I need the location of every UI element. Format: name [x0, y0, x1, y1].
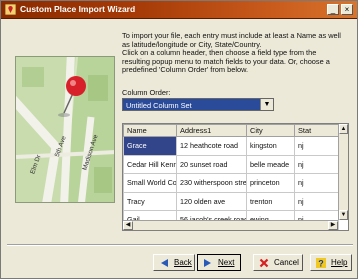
- table-cell[interactable]: nj: [294, 173, 339, 193]
- map-illustration: Elm Dr 5th Ave Madison Ave: [15, 56, 115, 203]
- cancel-button[interactable]: Cancel: [253, 254, 303, 271]
- table-cell[interactable]: Cedar Hill Kennel: [123, 154, 177, 174]
- table-cell[interactable]: Grace: [123, 136, 177, 156]
- scroll-up-icon[interactable]: ▲: [339, 124, 348, 134]
- minimize-button[interactable]: _: [327, 4, 339, 15]
- table-cell[interactable]: 120 olden ave: [176, 191, 247, 211]
- table-row[interactable]: Small World Coffee 230 witherspoon stree…: [123, 173, 339, 193]
- help-question-icon: ?: [316, 258, 326, 268]
- horizontal-scrollbar[interactable]: ◀ ▶: [123, 220, 338, 230]
- table-cell[interactable]: belle meade: [246, 154, 295, 174]
- column-order-label: Column Order:: [122, 88, 171, 97]
- table-row[interactable]: Tracy 120 olden ave trenton nj: [123, 191, 339, 211]
- wizard-window: Custom Place Import Wizard _ × Elm Dr 5t…: [0, 0, 358, 279]
- app-icon: [5, 4, 16, 15]
- column-order-value: Untitled Column Set: [126, 101, 192, 110]
- instructions-text: To import your file, each entry must inc…: [122, 31, 355, 75]
- button-separator: [7, 244, 353, 246]
- next-button-label: Next: [218, 258, 235, 267]
- table-cell[interactable]: trenton: [246, 191, 295, 211]
- back-button-label: Back: [174, 258, 192, 267]
- next-arrow-icon: [204, 259, 211, 267]
- table-row[interactable]: Grace 12 heathcote road kingston nj: [123, 136, 339, 156]
- header-row: Name Address1 City Stat: [123, 124, 339, 137]
- table-cell[interactable]: 20 sunset road: [176, 154, 247, 174]
- table-row[interactable]: Cedar Hill Kennel 20 sunset road belle m…: [123, 154, 339, 174]
- table-cell[interactable]: kingston: [246, 136, 295, 156]
- cancel-button-label: Cancel: [274, 258, 299, 267]
- cancel-x-icon: [259, 258, 269, 268]
- column-order-select[interactable]: Untitled Column Set ▼: [122, 98, 274, 111]
- back-arrow-icon: [161, 259, 168, 267]
- close-button[interactable]: ×: [341, 4, 353, 15]
- table-cell[interactable]: Tracy: [123, 191, 177, 211]
- table-cell[interactable]: princeton: [246, 173, 295, 193]
- table-cell[interactable]: 230 witherspoon street: [176, 173, 247, 193]
- table-cell[interactable]: 12 heathcote road: [176, 136, 247, 156]
- table-cell[interactable]: Small World Coffee: [123, 173, 177, 193]
- help-button[interactable]: ? Help: [310, 254, 352, 271]
- column-header-state[interactable]: Stat: [294, 124, 339, 137]
- column-header-name[interactable]: Name: [123, 124, 177, 137]
- scroll-left-icon[interactable]: ◀: [123, 221, 133, 230]
- chevron-down-icon[interactable]: ▼: [260, 99, 273, 110]
- column-header-city[interactable]: City: [246, 124, 295, 137]
- vertical-scrollbar[interactable]: ▲ ▼: [338, 124, 348, 220]
- back-button[interactable]: Back: [153, 254, 195, 271]
- scroll-down-icon[interactable]: ▼: [339, 210, 348, 220]
- table-cell[interactable]: nj: [294, 191, 339, 211]
- help-button-label: Help: [331, 258, 348, 267]
- scroll-right-icon[interactable]: ▶: [328, 221, 338, 230]
- title-bar[interactable]: Custom Place Import Wizard _ ×: [1, 1, 357, 19]
- table-cell[interactable]: nj: [294, 154, 339, 174]
- data-table: Name Address1 City Stat Grace 12 heathco…: [123, 124, 339, 230]
- map-pin-icon: [58, 76, 86, 117]
- svg-text:?: ?: [318, 259, 324, 269]
- column-header-address1[interactable]: Address1: [176, 124, 247, 137]
- table-cell[interactable]: nj: [294, 136, 339, 156]
- next-button[interactable]: Next: [197, 254, 241, 271]
- window-title: Custom Place Import Wizard: [20, 4, 136, 14]
- instruction-line: predefined 'Column Order' from below.: [122, 65, 249, 75]
- data-grid[interactable]: Name Address1 City Stat Grace 12 heathco…: [122, 123, 349, 231]
